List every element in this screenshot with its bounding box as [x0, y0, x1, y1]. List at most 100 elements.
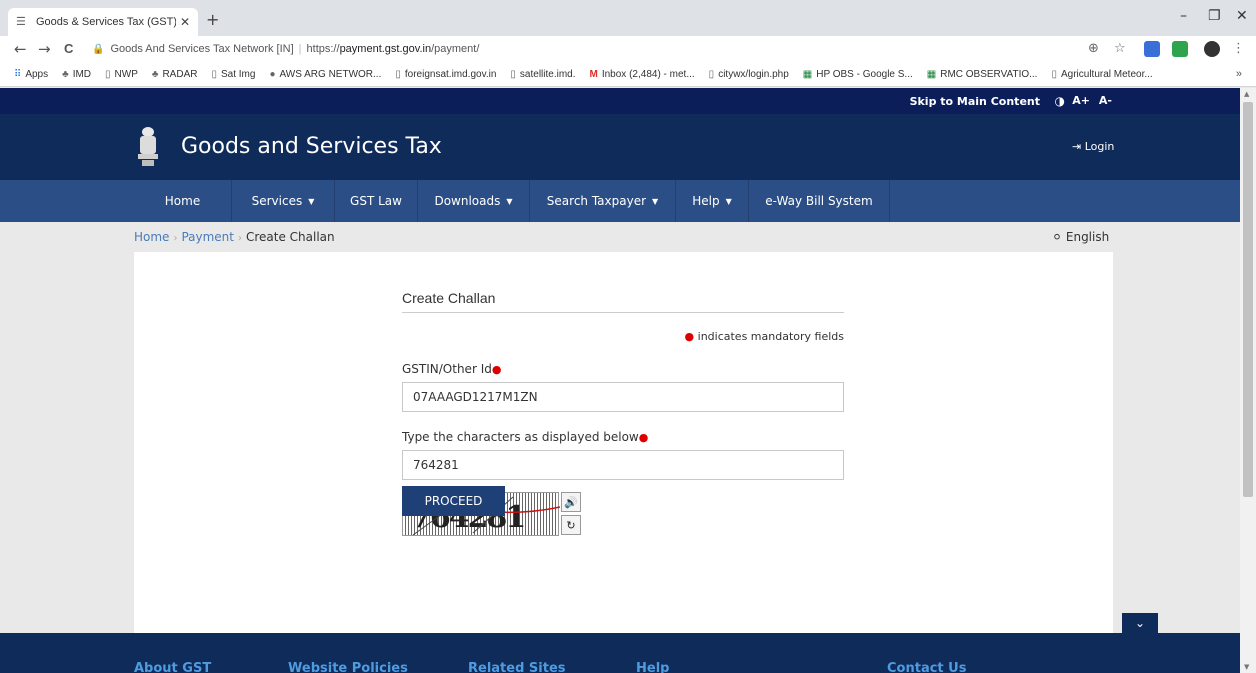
- extension-sheets-icon[interactable]: [1172, 41, 1188, 57]
- proceed-button[interactable]: PROCEED: [402, 486, 505, 516]
- page-viewport: Skip to Main Content ◑ A+ A- Goods and S…: [0, 88, 1240, 673]
- captcha-refresh-button[interactable]: ↻: [561, 515, 581, 535]
- imd-icon: ♣: [151, 69, 159, 80]
- footer-link-website-policies[interactable]: Website Policies: [288, 661, 408, 673]
- nav-item-downloads[interactable]: Downloads ▼: [418, 180, 530, 222]
- captcha-audio-button[interactable]: 🔊: [561, 492, 581, 512]
- reload-button[interactable]: C: [64, 40, 73, 58]
- font-decrease-button[interactable]: A-: [1099, 94, 1112, 107]
- bookmark-item[interactable]: ▯ citywx/login.php: [709, 69, 789, 80]
- footer-link-about-gst[interactable]: About GST: [134, 661, 211, 673]
- scrollbar-thumb[interactable]: [1243, 102, 1253, 497]
- breadcrumb-current: Create Challan: [245, 230, 335, 244]
- nav-item-label: Search Taxpayer: [546, 194, 647, 208]
- bookmark-item[interactable]: ▯ Agricultural Meteor...: [1051, 69, 1152, 80]
- bookmark-label: NWP: [114, 69, 138, 80]
- footer-link-help[interactable]: Help: [636, 661, 669, 673]
- scroll-up-arrow-icon[interactable]: ▲: [1244, 90, 1249, 98]
- footer-link-related-sites[interactable]: Related Sites: [468, 661, 566, 673]
- address-bar-row: ← → C 🔒 Goods And Services Tax Network […: [0, 36, 1256, 63]
- gst-favicon-icon: ☰: [16, 16, 26, 28]
- restore-button[interactable]: ❐: [1208, 8, 1221, 24]
- url-host: payment.gst.gov.in: [339, 43, 432, 55]
- browser-tab-strip: ☰ Goods & Services Tax (GST) | Pay ✕ + –…: [0, 0, 1256, 36]
- url-scheme: https://: [306, 43, 340, 55]
- accessibility-bar: Skip to Main Content ◑ A+ A-: [0, 88, 1240, 114]
- site-title: Goods and Services Tax: [181, 134, 442, 159]
- globe-icon: ⚪: [1052, 230, 1066, 244]
- breadcrumb-home[interactable]: Home: [134, 230, 169, 244]
- close-window-button[interactable]: ✕: [1236, 8, 1248, 24]
- bookmark-item[interactable]: ▦ HP OBS - Google S...: [803, 69, 913, 80]
- mandatory-dot-icon: ●: [684, 330, 695, 343]
- url-path: /payment/: [431, 43, 480, 55]
- bookmark-item[interactable]: ▯ NWP: [105, 69, 138, 80]
- bookmark-item[interactable]: ● AWS ARG NETWOR...: [269, 69, 381, 80]
- nav-item-label: GST Law: [350, 194, 402, 208]
- url-bar[interactable]: 🔒 Goods And Services Tax Network [IN] | …: [92, 38, 1092, 60]
- nav-item-help[interactable]: Help ▼: [676, 180, 749, 222]
- page-icon: ▯: [395, 69, 401, 80]
- bookmark-item[interactable]: ♣ IMD: [62, 69, 91, 80]
- bookmark-item[interactable]: ▯ satellite.imd.: [510, 69, 575, 80]
- font-increase-button[interactable]: A+: [1072, 94, 1090, 107]
- caret-down-icon: ▼: [652, 196, 659, 206]
- page-icon: ▯: [708, 69, 715, 80]
- nav-item-home[interactable]: Home: [134, 180, 232, 222]
- breadcrumb-payment[interactable]: Payment: [181, 230, 234, 244]
- skip-to-main-link[interactable]: Skip to Main Content: [910, 95, 1040, 108]
- scroll-down-button[interactable]: ⌄: [1122, 613, 1158, 633]
- menu-kebab-icon[interactable]: ⋮: [1232, 41, 1245, 57]
- zoom-icon[interactable]: ⊕: [1088, 41, 1099, 57]
- captcha-input[interactable]: [402, 450, 844, 480]
- mandatory-note: ● indicates mandatory fields: [684, 330, 844, 343]
- sheets-icon: ▦: [926, 69, 937, 80]
- profile-avatar-icon[interactable]: [1204, 41, 1220, 57]
- login-link[interactable]: ⇥ Login: [1072, 140, 1114, 153]
- language-label: English: [1065, 230, 1110, 244]
- bookmark-item[interactable]: ▯ Sat Img: [211, 69, 255, 80]
- login-label: Login: [1084, 140, 1115, 153]
- imd-icon: ♣: [62, 69, 69, 80]
- scroll-down-arrow-icon[interactable]: ▼: [1244, 663, 1249, 671]
- page-scrollbar[interactable]: ▲ ▼: [1240, 88, 1256, 673]
- bookmark-label: HP OBS - Google S...: [816, 69, 913, 80]
- bookmark-item[interactable]: ▦ RMC OBSERVATIO...: [927, 69, 1038, 80]
- new-tab-button[interactable]: +: [206, 12, 219, 28]
- back-button[interactable]: ←: [14, 40, 27, 58]
- page-icon: ▯: [211, 69, 217, 80]
- nav-item-label: e-Way Bill System: [765, 194, 873, 208]
- tab-close-icon[interactable]: ✕: [180, 15, 190, 29]
- nav-item-services[interactable]: Services ▼: [232, 180, 335, 222]
- gstin-input[interactable]: [402, 382, 844, 412]
- nav-item-label: Help: [692, 194, 720, 208]
- nav-item-label: Services: [251, 194, 303, 208]
- breadcrumb: Home › Payment › Create Challan: [134, 230, 335, 244]
- contrast-toggle-icon[interactable]: ◑: [1055, 94, 1065, 108]
- create-challan-card: Create Challan ● indicates mandatory fie…: [134, 252, 1113, 642]
- nav-item-e-way-bill-system[interactable]: e-Way Bill System: [749, 180, 890, 222]
- forward-button[interactable]: →: [38, 40, 51, 58]
- sheets-icon: ▦: [802, 69, 813, 80]
- bookmark-item[interactable]: ⠿ Apps: [14, 69, 48, 80]
- bookmarks-overflow-button[interactable]: »: [1236, 68, 1242, 80]
- nav-item-search-taxpayer[interactable]: Search Taxpayer ▼: [530, 180, 676, 222]
- caret-down-icon: ▼: [308, 196, 315, 206]
- required-dot-icon: ●: [491, 363, 502, 376]
- bookmark-label: Inbox (2,484) - met...: [601, 69, 695, 80]
- page-icon: ▯: [510, 69, 516, 80]
- bookmark-item[interactable]: ♣ RADAR: [152, 69, 198, 80]
- language-selector[interactable]: ⚪ English: [1052, 230, 1109, 244]
- gstin-label: GSTIN/Other Id●: [402, 362, 501, 376]
- bookmark-item[interactable]: M Inbox (2,484) - met...: [590, 69, 695, 80]
- lock-icon: 🔒: [92, 43, 105, 55]
- minimize-button[interactable]: –: [1180, 8, 1187, 24]
- bookmark-item[interactable]: ▯ foreignsat.imd.gov.in: [395, 69, 496, 80]
- nav-item-gst-law[interactable]: GST Law: [335, 180, 418, 222]
- footer-link-contact-us[interactable]: Contact Us: [887, 661, 966, 673]
- extension-icon[interactable]: [1144, 41, 1160, 57]
- browser-tab[interactable]: ☰ Goods & Services Tax (GST) | Pay ✕: [8, 8, 198, 36]
- page-icon: ▯: [1051, 69, 1057, 80]
- gstin-label-text: GSTIN/Other Id: [402, 362, 492, 376]
- bookmark-star-icon[interactable]: ☆: [1114, 41, 1126, 57]
